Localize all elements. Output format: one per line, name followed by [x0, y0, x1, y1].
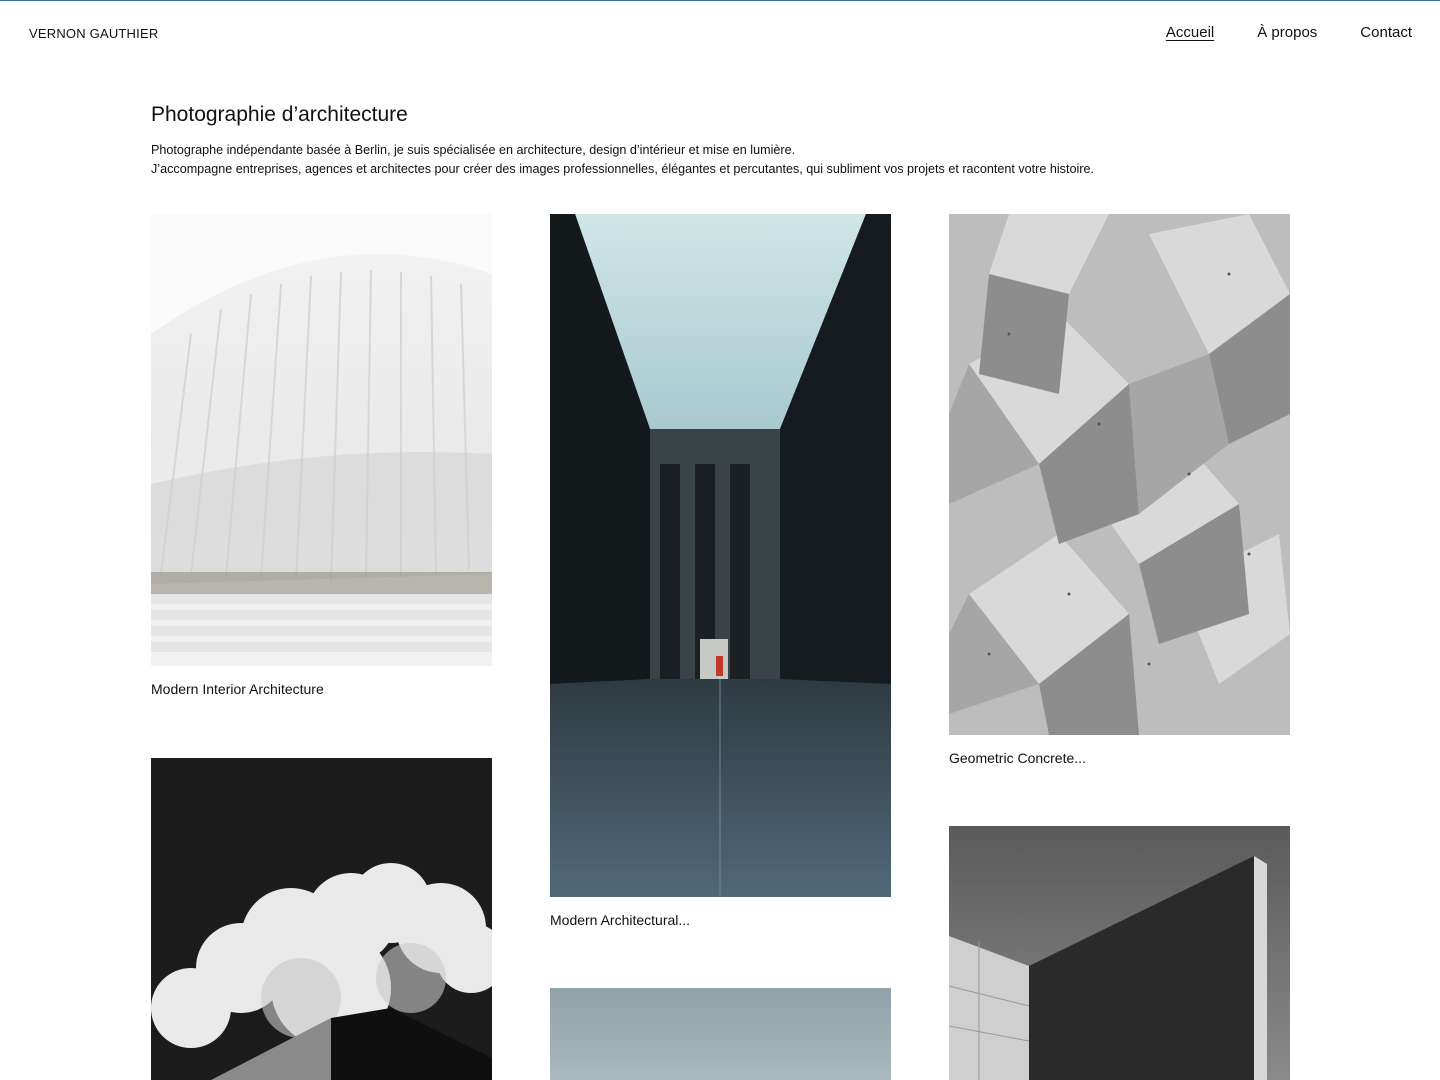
- site-brand[interactable]: VERNON GAUTHIER: [29, 26, 158, 41]
- intro-text: Photographe indépendante basée à Berlin,…: [151, 141, 1291, 179]
- gallery-card-interior[interactable]: Modern Interior Architecture: [151, 214, 492, 698]
- photo-geometric-concrete[interactable]: [949, 214, 1290, 735]
- page-title: Photographie d’architecture: [151, 103, 408, 126]
- site-header: VERNON GAUTHIER Accueil À propos Contact: [0, 0, 1440, 66]
- caption-modern-interior[interactable]: Modern Interior Architecture: [151, 680, 492, 698]
- intro-line-1: Photographe indépendante basée à Berlin,…: [151, 143, 796, 157]
- intro-section: Photographie d’architecture Photographe …: [151, 102, 1291, 179]
- nav-link-a-propos[interactable]: À propos: [1257, 24, 1317, 41]
- intro-line-2: J’accompagne entreprises, agences et arc…: [151, 162, 1094, 176]
- gallery-card-geometric[interactable]: Geometric Concrete...: [949, 214, 1290, 767]
- photo-clouds-building[interactable]: [151, 758, 492, 1080]
- photo-modern-architectural[interactable]: [550, 214, 891, 897]
- gallery-card-blue-sky[interactable]: [550, 988, 891, 1080]
- caption-geometric-concrete[interactable]: Geometric Concrete...: [949, 749, 1290, 767]
- main-nav: Accueil À propos Contact: [1166, 24, 1412, 41]
- nav-link-contact[interactable]: Contact: [1360, 24, 1412, 41]
- photo-blue-sky[interactable]: [550, 988, 891, 1080]
- photo-modern-interior[interactable]: [151, 214, 492, 666]
- photo-grey-building[interactable]: [949, 826, 1290, 1080]
- nav-link-accueil[interactable]: Accueil: [1166, 24, 1214, 41]
- gallery-card-grey-building[interactable]: [949, 826, 1290, 1080]
- gallery-card-clouds[interactable]: [151, 758, 492, 1080]
- caption-modern-architectural[interactable]: Modern Architectural...: [550, 911, 891, 929]
- gallery-card-corridor[interactable]: Modern Architectural...: [550, 214, 891, 929]
